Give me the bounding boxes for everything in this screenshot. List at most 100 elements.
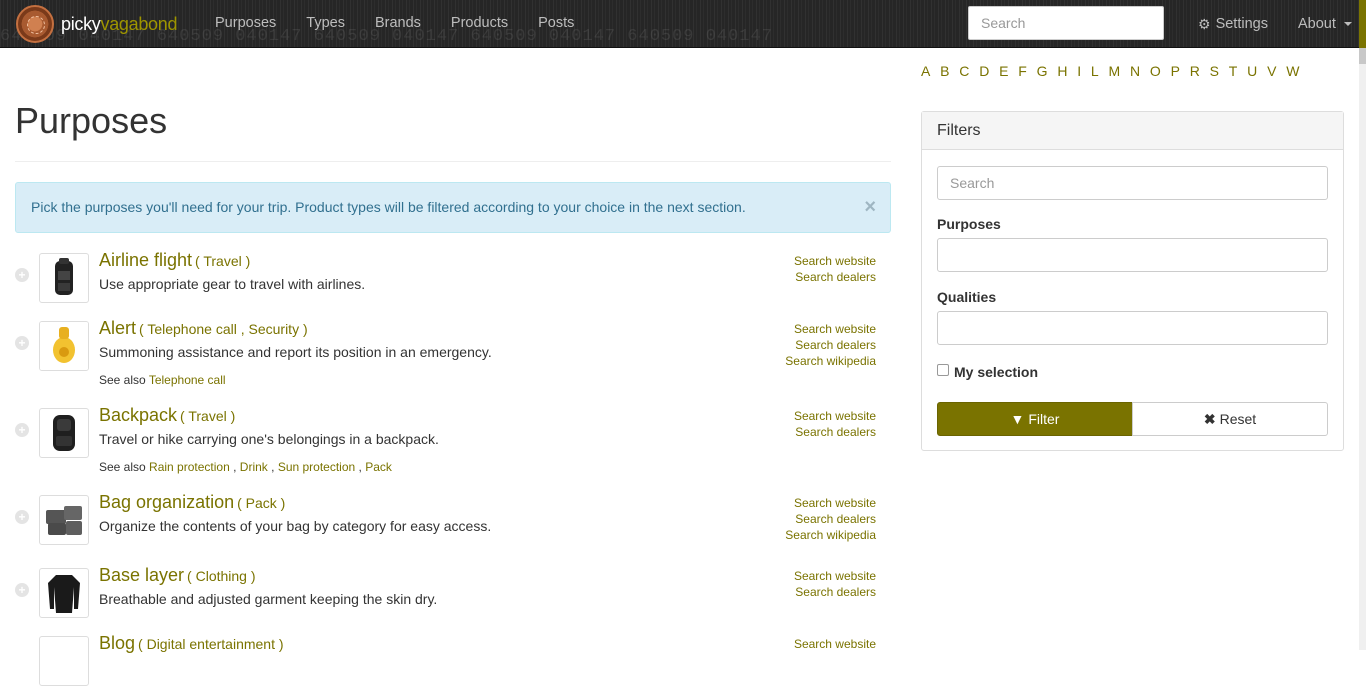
reset-button[interactable]: ✖ Reset <box>1132 402 1328 436</box>
alphabet-letter[interactable]: B <box>940 62 949 81</box>
search-wikipedia-link[interactable]: Search wikipedia <box>785 353 876 369</box>
alphabet-letter[interactable]: N <box>1130 62 1140 81</box>
alphabet-index: ABCDEFGHILMNOPRSTUVW <box>921 62 1341 81</box>
item-title[interactable]: Backpack <box>99 405 177 425</box>
item-categories[interactable]: ( Telephone call , Security ) <box>139 321 308 337</box>
alphabet-letter[interactable]: E <box>999 62 1008 81</box>
item-links: Search website Search dealers Search wik… <box>785 321 876 369</box>
nav-products[interactable]: Products <box>436 0 523 47</box>
shirt-icon[interactable] <box>39 568 89 618</box>
item-title[interactable]: Blog <box>99 633 135 653</box>
alphabet-letter[interactable]: I <box>1077 62 1081 81</box>
alphabet-letter[interactable]: P <box>1171 62 1180 81</box>
see-also: See also Telephone call <box>99 373 739 387</box>
alphabet-letter[interactable]: G <box>1037 62 1048 81</box>
add-icon[interactable]: + <box>15 336 29 350</box>
search-website-link[interactable]: Search website <box>794 568 876 584</box>
filters-panel: Filters Search Purposes Qualities My sel… <box>921 111 1344 451</box>
my-selection-checkbox[interactable] <box>937 364 949 376</box>
filter-button[interactable]: ▼ Filter <box>937 402 1133 436</box>
alphabet-letter[interactable]: A <box>921 62 930 81</box>
alphabet-letter[interactable]: O <box>1150 62 1161 81</box>
backpack-icon[interactable] <box>39 408 89 458</box>
qualities-input[interactable] <box>937 311 1328 345</box>
item-categories[interactable]: ( Travel ) <box>180 408 235 424</box>
gear-icon: ⚙ <box>1198 16 1211 32</box>
filter-search-input[interactable]: Search <box>937 166 1328 200</box>
item-categories[interactable]: ( Travel ) <box>195 253 250 269</box>
close-icon: ✖ <box>1203 411 1216 427</box>
organizer-icon[interactable] <box>39 495 89 545</box>
add-icon[interactable]: + <box>15 423 29 437</box>
alphabet-letter[interactable]: U <box>1247 62 1257 81</box>
blog-icon[interactable] <box>39 636 89 686</box>
nav-posts[interactable]: Posts <box>523 0 589 47</box>
alphabet-letter[interactable]: M <box>1109 62 1121 81</box>
add-icon[interactable]: + <box>15 268 29 282</box>
see-also-link[interactable]: Telephone call <box>149 373 226 387</box>
item-body: Blog( Digital entertainment ) <box>99 633 739 654</box>
alphabet-letter[interactable]: C <box>959 62 969 81</box>
alphabet-letter[interactable]: W <box>1286 62 1299 81</box>
about-dropdown[interactable]: About <box>1283 0 1366 47</box>
alphabet-letter[interactable]: R <box>1190 62 1200 81</box>
nav-menu: Purposes Types Brands Products Posts <box>200 0 589 47</box>
filter-button-label: Filter <box>1028 411 1060 427</box>
search-wikipedia-link[interactable]: Search wikipedia <box>785 527 876 543</box>
see-also-link[interactable]: Sun protection <box>278 460 355 474</box>
settings-label: Settings <box>1215 16 1268 32</box>
qualities-label: Qualities <box>937 289 997 305</box>
item-description: Use appropriate gear to travel with airl… <box>99 276 366 292</box>
scrollbar-thumb[interactable] <box>1359 48 1366 64</box>
search-dealers-link[interactable]: Search dealers <box>794 269 876 285</box>
backpack-icon[interactable] <box>39 253 89 303</box>
filters-heading: Filters <box>922 112 1343 150</box>
search-website-link[interactable]: Search website <box>794 253 876 269</box>
search-website-link[interactable]: Search website <box>785 321 876 337</box>
add-icon[interactable]: + <box>15 583 29 597</box>
item-title[interactable]: Alert <box>99 318 136 338</box>
alphabet-letter[interactable]: V <box>1267 62 1276 81</box>
alphabet-letter[interactable]: S <box>1210 62 1219 81</box>
close-icon[interactable]: × <box>864 183 876 232</box>
settings-link[interactable]: ⚙ Settings <box>1183 0 1283 47</box>
alphabet-letter[interactable]: F <box>1018 62 1027 81</box>
my-selection-label: My selection <box>954 364 1039 380</box>
whistle-icon[interactable] <box>39 321 89 371</box>
nav-purposes[interactable]: Purposes <box>200 0 291 47</box>
search-dealers-link[interactable]: Search dealers <box>794 584 876 600</box>
see-also-label: See also <box>99 460 146 474</box>
item-title[interactable]: Bag organization <box>99 492 234 512</box>
item-title[interactable]: Base layer <box>99 565 184 585</box>
item-body: Alert( Telephone call , Security ) Summo… <box>99 318 739 387</box>
item-categories[interactable]: ( Pack ) <box>237 495 285 511</box>
alphabet-letter[interactable]: T <box>1229 62 1238 81</box>
nav-right-menu: ⚙ Settings About <box>1183 0 1366 47</box>
search-website-link[interactable]: Search website <box>785 495 876 511</box>
item-categories[interactable]: ( Clothing ) <box>187 568 255 584</box>
navbar: 640509 040147 640509 040147 640509 04014… <box>0 0 1366 48</box>
see-also-link[interactable]: Rain protection <box>149 460 230 474</box>
nav-brands[interactable]: Brands <box>360 0 436 47</box>
alphabet-letter[interactable]: D <box>979 62 989 81</box>
see-also-link[interactable]: Pack <box>365 460 392 474</box>
nav-types[interactable]: Types <box>291 0 360 47</box>
brand-logo[interactable]: pickyvagabond <box>16 5 178 43</box>
title-divider <box>15 161 891 162</box>
search-dealers-link[interactable]: Search dealers <box>785 511 876 527</box>
see-also: See also Rain protection , Drink , Sun p… <box>99 460 392 474</box>
purposes-input[interactable] <box>937 238 1328 272</box>
purposes-label: Purposes <box>937 216 1001 232</box>
scrollbar-track[interactable] <box>1359 48 1366 650</box>
search-dealers-link[interactable]: Search dealers <box>794 424 876 440</box>
alphabet-letter[interactable]: H <box>1057 62 1067 81</box>
reset-button-label: Reset <box>1219 411 1257 427</box>
nav-search-input[interactable]: Search <box>968 6 1164 40</box>
logo-icon <box>16 5 54 43</box>
see-also-link[interactable]: Drink <box>240 460 268 474</box>
add-icon[interactable]: + <box>15 510 29 524</box>
search-website-link[interactable]: Search website <box>794 408 876 424</box>
search-dealers-link[interactable]: Search dealers <box>785 337 876 353</box>
item-title[interactable]: Airline flight <box>99 250 192 270</box>
alphabet-letter[interactable]: L <box>1091 62 1099 81</box>
